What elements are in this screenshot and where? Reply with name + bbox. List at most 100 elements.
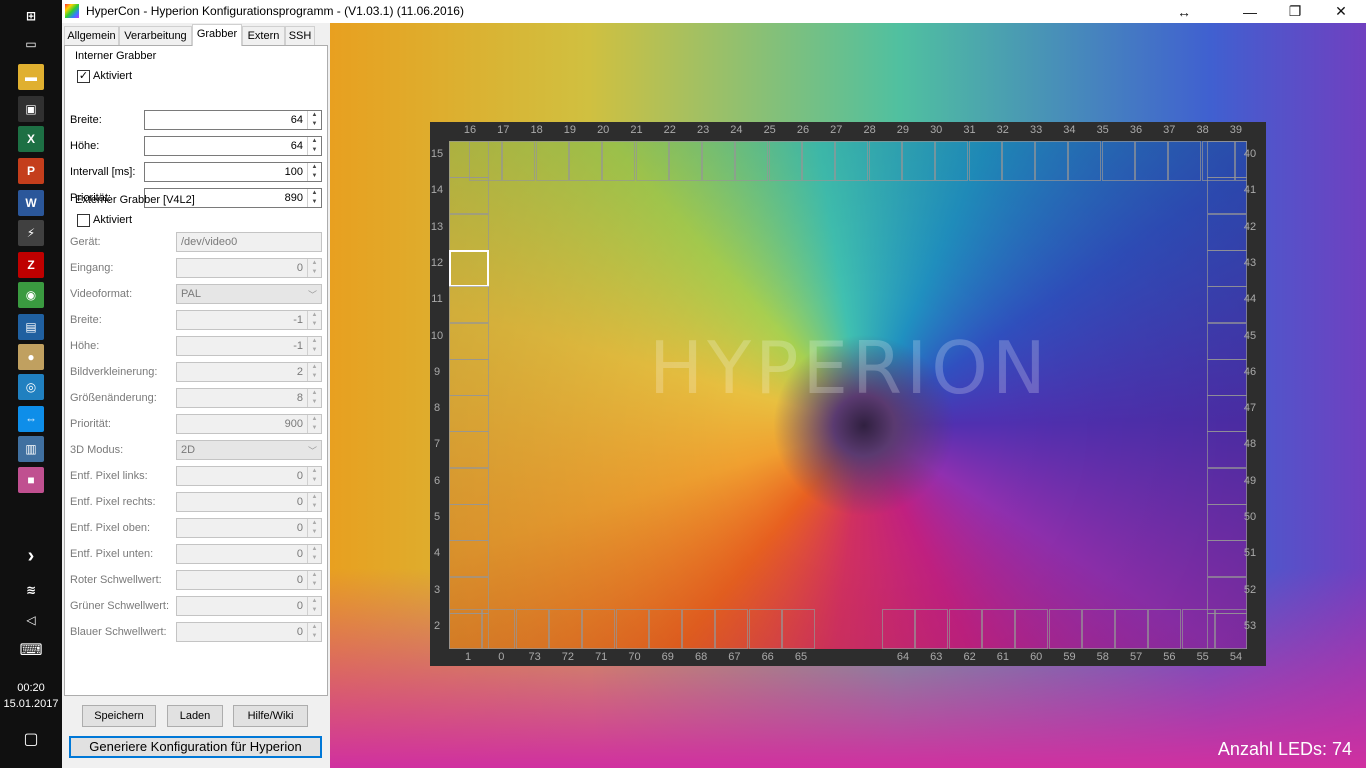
notepad-icon[interactable]: ▥: [18, 436, 44, 462]
app-icon-blue[interactable]: ◎: [18, 374, 44, 400]
led-number: 57: [1129, 651, 1143, 663]
spin-up-icon[interactable]: ▲: [308, 137, 321, 146]
spin-down-icon[interactable]: ▼: [308, 198, 321, 207]
spin-up-icon[interactable]: ▲: [308, 519, 321, 528]
file-explorer-icon[interactable]: ▬: [18, 64, 44, 90]
chrome-icon[interactable]: ◉: [18, 282, 44, 308]
field-label: Bildverkleinerung:: [70, 366, 158, 378]
spin-down-icon[interactable]: ▼: [308, 502, 321, 511]
mode3d-select[interactable]: 2D ﹀: [176, 440, 322, 460]
spin-down-icon[interactable]: ▼: [308, 146, 321, 155]
field-spinbox[interactable]: 0 ▲ ▼: [176, 596, 322, 616]
tab-allgemein[interactable]: Allgemein: [64, 26, 119, 46]
wifi-icon[interactable]: ≋: [18, 577, 44, 603]
generate-config-button[interactable]: Generiere Konfiguration für Hyperion: [69, 736, 322, 758]
spin-up-icon[interactable]: ▲: [308, 415, 321, 424]
spin-down-icon[interactable]: ▼: [308, 346, 321, 355]
led-box: [502, 141, 536, 181]
spin-down-icon[interactable]: ▼: [308, 528, 321, 537]
store-icon[interactable]: ▣: [18, 96, 44, 122]
device-input[interactable]: /dev/video0: [176, 232, 322, 252]
field-spinbox[interactable]: 64 ▲ ▼: [144, 136, 322, 156]
powerpoint-icon[interactable]: P: [18, 158, 44, 184]
videoformat-select[interactable]: PAL ﹀: [176, 284, 322, 304]
spin-down-icon[interactable]: ▼: [308, 320, 321, 329]
help-wiki-button[interactable]: Hilfe/Wiki: [233, 705, 308, 727]
spin-up-icon[interactable]: ▲: [308, 163, 321, 172]
spin-up-icon[interactable]: ▲: [308, 571, 321, 580]
spin-down-icon[interactable]: ▼: [308, 398, 321, 407]
field-spinbox[interactable]: 0 ▲ ▼: [176, 622, 322, 642]
field-spinbox[interactable]: -1 ▲ ▼: [176, 310, 322, 330]
spin-up-icon[interactable]: ▲: [308, 467, 321, 476]
spin-down-icon[interactable]: ▼: [308, 372, 321, 381]
spin-down-icon[interactable]: ▼: [308, 172, 321, 181]
tab-extern[interactable]: Extern: [242, 26, 285, 46]
field-spinbox[interactable]: 100 ▲ ▼: [144, 162, 322, 182]
save-button[interactable]: Speichern: [82, 705, 156, 727]
spin-up-icon[interactable]: ▲: [308, 545, 321, 554]
tray-chevron-icon[interactable]: ›: [18, 543, 44, 569]
spin-up-icon[interactable]: ▲: [308, 311, 321, 320]
spin-up-icon[interactable]: ▲: [308, 111, 321, 120]
field-spinbox[interactable]: 0 ▲ ▼: [176, 518, 322, 538]
notification-center-icon[interactable]: ▢: [18, 726, 44, 752]
spin-up-icon[interactable]: ▲: [308, 389, 321, 398]
spin-down-icon[interactable]: ▼: [308, 606, 321, 615]
teamviewer-icon[interactable]: ⇔: [18, 406, 44, 432]
field-spinbox[interactable]: -1 ▲ ▼: [176, 336, 322, 356]
external-grabber-enabled-checkbox[interactable]: [77, 214, 90, 227]
minimize-button[interactable]: —: [1227, 0, 1273, 23]
field-value: 8: [296, 392, 303, 404]
spin-down-icon[interactable]: ▼: [308, 268, 321, 277]
spin-down-icon[interactable]: ▼: [308, 476, 321, 485]
title-bar[interactable]: HyperCon - Hyperion Konfigurationsprogra…: [62, 0, 1366, 23]
led-number: 29: [896, 124, 910, 136]
spin-up-icon[interactable]: ▲: [308, 259, 321, 268]
field-spinbox[interactable]: 64 ▲ ▼: [144, 110, 322, 130]
app-icon-generic[interactable]: ●: [18, 344, 44, 370]
field-spinbox[interactable]: 0 ▲ ▼: [176, 544, 322, 564]
led-number: 0: [498, 651, 505, 663]
spin-up-icon[interactable]: ▲: [308, 597, 321, 606]
tab-ssh[interactable]: SSH: [285, 26, 315, 46]
taskbar-clock[interactable]: 00:20 15.01.2017: [0, 680, 62, 712]
spin-up-icon[interactable]: ▲: [308, 623, 321, 632]
filezilla-icon[interactable]: Z: [18, 252, 44, 278]
putty-icon[interactable]: ⚡: [18, 220, 44, 246]
spin-up-icon[interactable]: ▲: [308, 337, 321, 346]
hyperion-watermark: HYPERION: [649, 326, 1050, 410]
keyboard-icon[interactable]: ⌨: [18, 637, 44, 663]
close-button[interactable]: ✕: [1318, 0, 1364, 23]
word-icon[interactable]: W: [18, 190, 44, 216]
spin-up-icon[interactable]: ▲: [308, 493, 321, 502]
spin-down-icon[interactable]: ▼: [308, 120, 321, 129]
load-button[interactable]: Laden: [167, 705, 223, 727]
volume-icon[interactable]: ◁: [18, 607, 44, 633]
tab-verarbeitung[interactable]: Verarbeitung: [119, 26, 192, 46]
spin-down-icon[interactable]: ▼: [308, 632, 321, 641]
maximize-button[interactable]: ❐: [1272, 0, 1318, 23]
field-spinbox[interactable]: 0 ▲ ▼: [176, 466, 322, 486]
field-spinbox[interactable]: 2 ▲ ▼: [176, 362, 322, 382]
led-number: 23: [696, 124, 710, 136]
spin-up-icon[interactable]: ▲: [308, 189, 321, 198]
internal-grabber-enabled-checkbox[interactable]: ✓: [77, 70, 90, 83]
led-box: [968, 141, 1002, 181]
spin-up-icon[interactable]: ▲: [308, 363, 321, 372]
hypercon-taskbar-icon[interactable]: ■: [18, 467, 44, 493]
field-spinbox[interactable]: 900 ▲ ▼: [176, 414, 322, 434]
input-spinbox[interactable]: 0 ▲ ▼: [176, 258, 322, 278]
spin-down-icon[interactable]: ▼: [308, 424, 321, 433]
field-spinbox[interactable]: 0 ▲ ▼: [176, 492, 322, 512]
windows-start-icon[interactable]: ⊞: [18, 3, 44, 29]
field-spinbox[interactable]: 0 ▲ ▼: [176, 570, 322, 590]
task-view-icon[interactable]: ▭: [18, 31, 44, 57]
spin-down-icon[interactable]: ▼: [308, 554, 321, 563]
led-number: 5: [433, 511, 441, 523]
field-spinbox[interactable]: 8 ▲ ▼: [176, 388, 322, 408]
spin-down-icon[interactable]: ▼: [308, 580, 321, 589]
excel-icon[interactable]: X: [18, 126, 44, 152]
remote-desktop-icon[interactable]: ▤: [18, 314, 44, 340]
tab-grabber[interactable]: Grabber: [192, 24, 242, 46]
